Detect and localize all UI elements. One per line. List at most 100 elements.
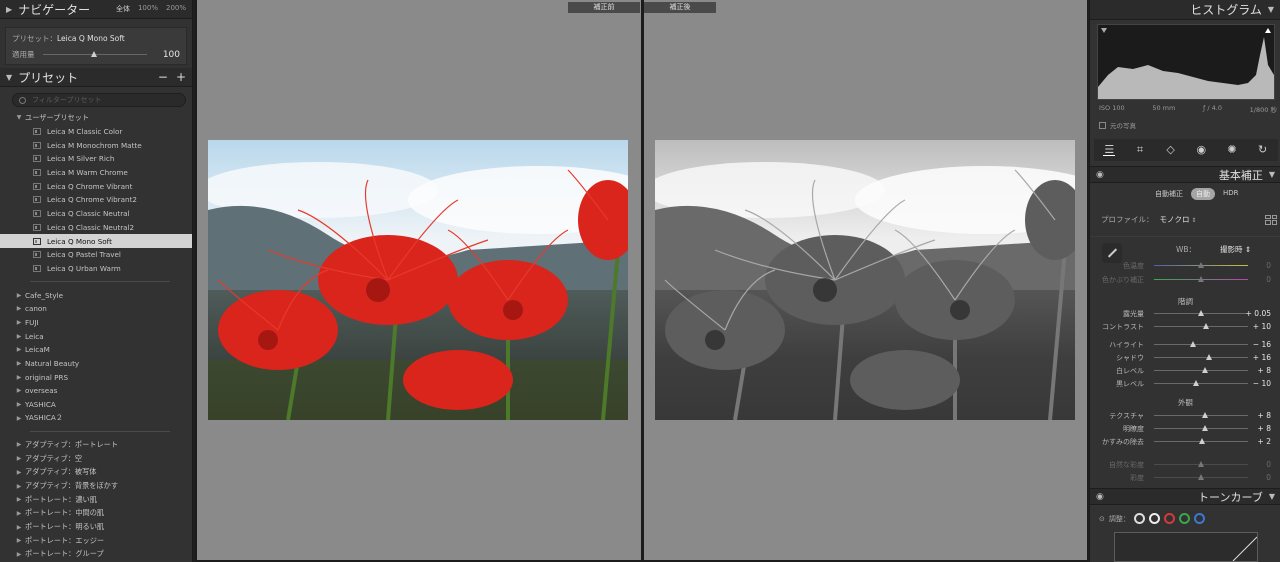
preset-group[interactable]: ▶ ポートレート：濃い肌 <box>0 493 192 507</box>
preset-group[interactable]: ▶ YASHICA <box>0 398 192 412</box>
preset-group[interactable]: ▶ YASHICA２ <box>0 411 192 425</box>
preset-group[interactable]: ▶ ポートレート：グループ <box>0 548 192 562</box>
expand-triangle-icon[interactable]: ▶ <box>13 319 25 326</box>
expand-triangle-icon[interactable]: ▶ <box>13 305 25 312</box>
eraser-icon[interactable]: ◇ <box>1165 144 1177 156</box>
slider-track[interactable] <box>1154 344 1248 345</box>
slider-thumb[interactable] <box>1198 474 1204 480</box>
preset-group-user[interactable]: ▼ ユーザープリセット <box>0 111 192 125</box>
expand-triangle-icon[interactable]: ▶ <box>13 333 25 340</box>
expand-triangle-icon[interactable]: ▶ <box>13 551 25 558</box>
green-channel-icon[interactable] <box>1178 513 1190 524</box>
preset-group[interactable]: ▶ アダプティブ：空 <box>0 452 192 466</box>
expand-triangle-icon[interactable]: ▶ <box>13 415 25 422</box>
expand-triangle-icon[interactable]: ▶ <box>13 441 25 448</box>
auto-adjust-button[interactable]: 自動補正 <box>1150 188 1188 200</box>
histogram-header[interactable]: ヒストグラム ▼ <box>1090 0 1280 20</box>
preset-group[interactable]: ▶ original PRS <box>0 370 192 384</box>
blue-channel-icon[interactable] <box>1193 513 1205 524</box>
collapse-triangle-icon[interactable]: ▼ <box>1268 5 1274 14</box>
amount-slider-thumb[interactable] <box>90 50 97 57</box>
preset-item[interactable]: Leica M Warm Chrome <box>0 166 192 180</box>
adjust-slider[interactable]: 彩度 0 <box>1090 471 1280 483</box>
slider-track[interactable] <box>1154 357 1248 358</box>
adjust-slider[interactable]: 露光量 + 0.05 <box>1090 307 1280 319</box>
preset-item[interactable]: Leica M Silver Rich <box>0 152 192 166</box>
preset-item[interactable]: Leica Q Chrome Vibrant2 <box>0 193 192 207</box>
adjust-slider[interactable]: ハイライト − 16 <box>1090 338 1280 350</box>
basic-header[interactable]: ◉ 基本補正 ▼ <box>1090 166 1280 183</box>
preset-item[interactable]: Leica M Monochrom Matte <box>0 138 192 152</box>
zoom-100-button[interactable]: 100% <box>138 4 158 14</box>
preset-item[interactable]: Leica Q Chrome Vibrant <box>0 179 192 193</box>
preset-group[interactable]: ▶ ポートレート：中間の肌 <box>0 507 192 521</box>
add-preset-button[interactable]: + <box>176 70 186 84</box>
slider-value[interactable]: + 2 <box>1258 437 1271 446</box>
presets-header[interactable]: ▼ プリセット − + <box>0 68 192 87</box>
slider-thumb[interactable] <box>1202 323 1209 329</box>
expand-triangle-icon[interactable]: ▶ <box>13 401 25 408</box>
slider-thumb[interactable] <box>1201 425 1208 431</box>
expand-triangle-icon[interactable]: ▶ <box>13 387 25 394</box>
adjust-slider[interactable]: コントラスト + 10 <box>1090 320 1280 332</box>
slider-thumb[interactable] <box>1198 262 1204 268</box>
expand-triangle-icon[interactable]: ▶ <box>13 455 25 462</box>
slider-value[interactable]: + 8 <box>1258 424 1271 433</box>
profile-browser-icon[interactable] <box>1265 214 1277 225</box>
histogram[interactable] <box>1097 24 1275 100</box>
profile-dropdown[interactable]: モノクロ <box>1160 214 1197 225</box>
tone-curve-header[interactable]: ◉ トーンカーブ ▼ <box>1090 488 1280 505</box>
adjust-slider[interactable]: 色温度 0 <box>1090 259 1280 271</box>
slider-value[interactable]: + 10 <box>1253 322 1271 331</box>
after-view[interactable]: 補正後 <box>644 0 1087 560</box>
remove-preset-button[interactable]: − <box>158 70 168 84</box>
preset-item[interactable]: Leica Q Mono Soft <box>0 234 192 248</box>
preset-group[interactable]: ▶ LeicaM <box>0 343 192 357</box>
slider-value[interactable]: − 16 <box>1253 340 1271 349</box>
preset-item[interactable]: Leica Q Pastel Travel <box>0 248 192 262</box>
adjust-slider[interactable]: 自然な彩度 0 <box>1090 458 1280 470</box>
expand-triangle-icon[interactable]: ▶ <box>13 469 25 476</box>
preset-group[interactable]: ▶ Natural Beauty <box>0 357 192 371</box>
preset-group[interactable]: ▶ Leica <box>0 329 192 343</box>
original-photo-toggle[interactable]: 元の写真 <box>1099 120 1136 130</box>
wb-dropdown[interactable]: 撮影時 ⇕ <box>1220 244 1251 255</box>
checkbox[interactable] <box>1099 121 1106 129</box>
adjust-slider[interactable]: かすみの除去 + 2 <box>1090 435 1280 447</box>
preset-group[interactable]: ▶ canon <box>0 302 192 316</box>
slider-value[interactable]: + 8 <box>1258 411 1271 420</box>
reset-icon[interactable]: ↻ <box>1257 144 1269 156</box>
mask-icon[interactable]: ✺ <box>1226 144 1238 156</box>
slider-thumb[interactable] <box>1198 310 1205 316</box>
slider-value[interactable]: − 10 <box>1253 379 1271 388</box>
expand-triangle-icon[interactable]: ▶ <box>13 496 25 503</box>
collapse-triangle-icon[interactable]: ▶ <box>6 5 12 14</box>
preset-item[interactable]: Leica Q Classic Neutral2 <box>0 221 192 235</box>
expand-triangle-icon[interactable]: ▶ <box>13 483 25 490</box>
collapse-triangle-icon[interactable]: ▼ <box>1269 492 1275 501</box>
collapse-triangle-icon[interactable]: ▼ <box>1269 170 1275 179</box>
photo-before[interactable] <box>208 140 628 420</box>
expand-triangle-icon[interactable]: ▼ <box>6 73 12 82</box>
expand-triangle-icon[interactable]: ▶ <box>13 537 25 544</box>
slider-value[interactable]: + 16 <box>1253 353 1271 362</box>
slider-value[interactable]: + 0.05 <box>1246 309 1271 318</box>
slider-thumb[interactable] <box>1198 438 1205 444</box>
photo-after[interactable] <box>655 140 1075 420</box>
slider-value[interactable]: 0 <box>1266 473 1271 482</box>
preset-group[interactable]: ▶ ポートレート：明るい肌 <box>0 520 192 534</box>
auto-button[interactable]: 自動 <box>1191 188 1215 200</box>
hdr-button[interactable]: HDR <box>1218 188 1244 200</box>
expand-triangle-icon[interactable]: ▶ <box>13 510 25 517</box>
preset-group[interactable]: ▶ Cafe_Style <box>0 288 192 302</box>
preset-group[interactable]: ▶ アダプティブ：ポートレート <box>0 438 192 452</box>
filter-presets-input[interactable]: フィルタープリセット <box>12 93 186 107</box>
amount-slider[interactable] <box>42 50 147 59</box>
red-channel-icon[interactable] <box>1163 513 1175 524</box>
adjust-slider[interactable]: 黒レベル − 10 <box>1090 377 1280 389</box>
tone-curve-graph[interactable] <box>1114 532 1258 562</box>
slider-track[interactable] <box>1154 326 1248 327</box>
preset-item[interactable]: Leica Q Classic Neutral <box>0 207 192 221</box>
slider-thumb[interactable] <box>1205 354 1212 360</box>
preset-group[interactable]: ▶ ポートレート：エッジー <box>0 534 192 548</box>
